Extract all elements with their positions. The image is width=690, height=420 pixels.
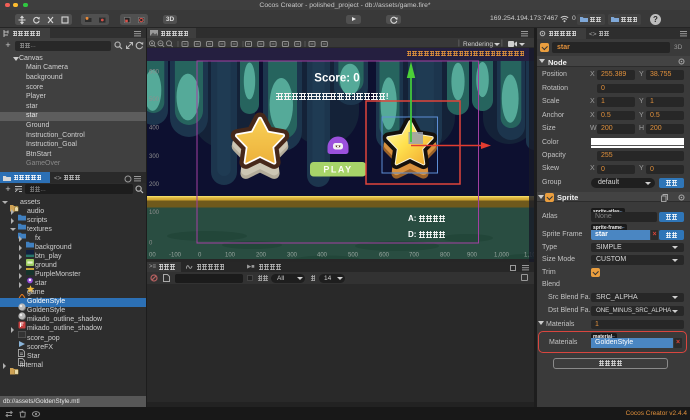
svg-text:600: 600 [379, 253, 390, 259]
svg-text:200: 200 [149, 182, 160, 188]
svg-text:100: 100 [149, 210, 160, 216]
svg-text:500: 500 [348, 253, 359, 259]
svg-text:600: 600 [149, 70, 160, 76]
svg-text:200: 200 [256, 253, 267, 259]
svg-text:700: 700 [409, 253, 420, 259]
svg-text:1,000: 1,000 [494, 253, 510, 259]
svg-text:400: 400 [317, 253, 328, 259]
svg-text:-100: -100 [169, 253, 182, 259]
svg-text:PLAY: PLAY [323, 165, 352, 175]
svg-text:500: 500 [149, 97, 160, 103]
svg-text:400: 400 [149, 125, 160, 131]
svg-text:100: 100 [225, 253, 236, 259]
svg-text:Score: 0: Score: 0 [314, 73, 359, 85]
svg-text:800: 800 [440, 253, 451, 259]
svg-text:900: 900 [467, 253, 478, 259]
svg-text:300: 300 [287, 253, 298, 259]
svg-text:300: 300 [149, 154, 160, 160]
svg-text:00: 00 [149, 253, 156, 259]
